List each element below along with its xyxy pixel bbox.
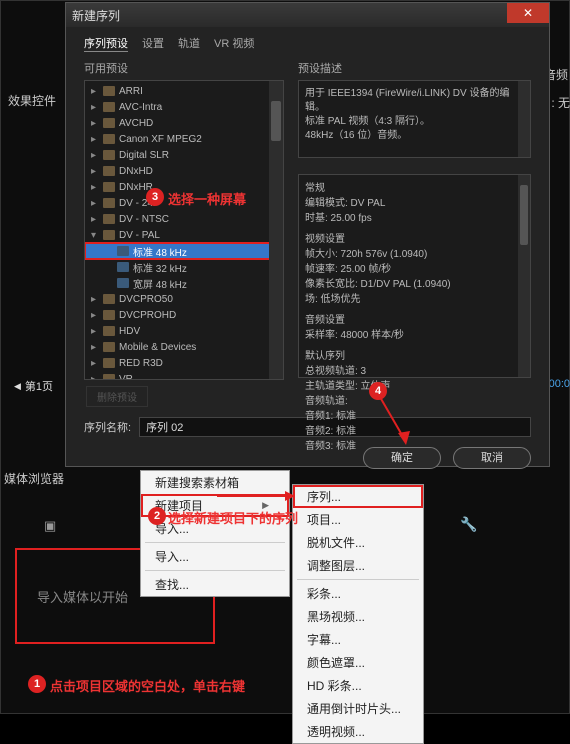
callout-3-badge: 3	[146, 188, 164, 206]
preset-desc-label: 预设描述	[298, 60, 531, 76]
submenu-hd-bars[interactable]: HD 彩条...	[293, 674, 423, 697]
callout-1-badge: 1	[28, 675, 46, 693]
callout-2-text: 选择新建项目下的序列	[168, 508, 298, 527]
preset-details: 常规编辑模式: DV PAL时基: 25.00 fps视频设置帧大小: 720h…	[298, 174, 531, 378]
tab-tracks[interactable]: 轨道	[178, 35, 200, 52]
submenu-offline-file[interactable]: 脱机文件...	[293, 531, 423, 554]
tree-node[interactable]: 宽屏 48 kHz	[85, 275, 283, 291]
close-icon[interactable]: ✕	[507, 3, 549, 23]
tab-settings[interactable]: 设置	[142, 35, 164, 52]
tree-node[interactable]: ▸DV - NTSC	[85, 211, 283, 227]
folder-icon[interactable]: ▣	[44, 518, 56, 534]
tree-node[interactable]: ▾DV - PAL	[85, 227, 283, 243]
dialog-title-text: 新建序列	[72, 7, 120, 24]
tab-vr[interactable]: VR 视频	[214, 35, 254, 52]
wrench-icon[interactable]: 🔧	[460, 516, 477, 533]
tree-node[interactable]: ▸DVCPRO50	[85, 291, 283, 307]
menu-import-2[interactable]: 导入...	[141, 545, 289, 568]
submenu-color-matte[interactable]: 颜色遮罩...	[293, 651, 423, 674]
page-1-button[interactable]: ◀第1页	[14, 378, 53, 394]
callout-2-badge: 2	[148, 507, 166, 525]
submenu-sequence[interactable]: 序列...	[293, 485, 423, 508]
tree-node[interactable]: ▸Digital SLR	[85, 147, 283, 163]
submenu-countdown[interactable]: 通用倒计时片头...	[293, 697, 423, 720]
tree-node[interactable]: ▸RED R3D	[85, 355, 283, 371]
dialog-tabs: 序列预设 设置 轨道 VR 视频	[66, 27, 549, 56]
submenu-bars[interactable]: 彩条...	[293, 582, 423, 605]
context-menu-2: 序列... 项目... 脱机文件... 调整图层... 彩条... 黑场视频..…	[292, 484, 424, 744]
submenu-adjustment-layer[interactable]: 调整图层...	[293, 554, 423, 577]
tree-node[interactable]: ▸DNxHD	[85, 163, 283, 179]
effect-controls-label: 效果控件	[8, 92, 56, 109]
tree-node[interactable]: ▸DVCPROHD	[85, 307, 283, 323]
menu-find[interactable]: 查找...	[141, 573, 289, 596]
context-menu-1: 新建搜索素材箱 新建项目▶ 导入... 导入... 查找...	[140, 470, 290, 597]
preset-description: 用于 IEEE1394 (FireWire/i.LINK) DV 设备的编辑。标…	[298, 80, 531, 158]
tab-preset[interactable]: 序列预设	[84, 35, 128, 52]
callout-3-text: 选择一种屏幕	[168, 189, 246, 208]
tree-node[interactable]: 标准 48 kHz	[85, 243, 283, 259]
tree-node[interactable]: ▸ARRI	[85, 83, 283, 99]
scrollbar[interactable]	[269, 81, 283, 379]
callout-4-badge: 4	[369, 382, 387, 400]
menu-new-search-bin[interactable]: 新建搜索素材箱	[141, 471, 289, 494]
tree-node[interactable]: ▸VR	[85, 371, 283, 380]
callout-1-text: 点击项目区域的空白处，单击右键	[50, 676, 245, 695]
tree-node[interactable]: 标准 32 kHz	[85, 259, 283, 275]
scrollbar[interactable]	[518, 81, 530, 157]
media-browser-label: 媒体浏览器	[4, 470, 64, 487]
submenu-transparent-video[interactable]: 透明视频...	[293, 720, 423, 743]
submenu-project[interactable]: 项目...	[293, 508, 423, 531]
tree-node[interactable]: ▸Canon XF MPEG2	[85, 131, 283, 147]
delete-preset-button: 删除预设	[86, 386, 148, 407]
seq-name-label: 序列名称:	[84, 419, 131, 435]
dialog-titlebar: 新建序列 ✕	[66, 3, 549, 27]
new-sequence-dialog: 新建序列 ✕ 序列预设 设置 轨道 VR 视频 可用预设 ▸ARRI▸AVC-I…	[65, 2, 550, 467]
available-presets-label: 可用预设	[84, 60, 284, 76]
submenu-captions[interactable]: 字幕...	[293, 628, 423, 651]
tree-node[interactable]: ▸Mobile & Devices	[85, 339, 283, 355]
tree-node[interactable]: ▸AVCHD	[85, 115, 283, 131]
tree-node[interactable]: ▸AVC-Intra	[85, 99, 283, 115]
preset-tree[interactable]: ▸ARRI▸AVC-Intra▸AVCHD▸Canon XF MPEG2▸Dig…	[84, 80, 284, 380]
scrollbar[interactable]	[518, 175, 530, 377]
submenu-black-video[interactable]: 黑场视频...	[293, 605, 423, 628]
tree-node[interactable]: ▸HDV	[85, 323, 283, 339]
